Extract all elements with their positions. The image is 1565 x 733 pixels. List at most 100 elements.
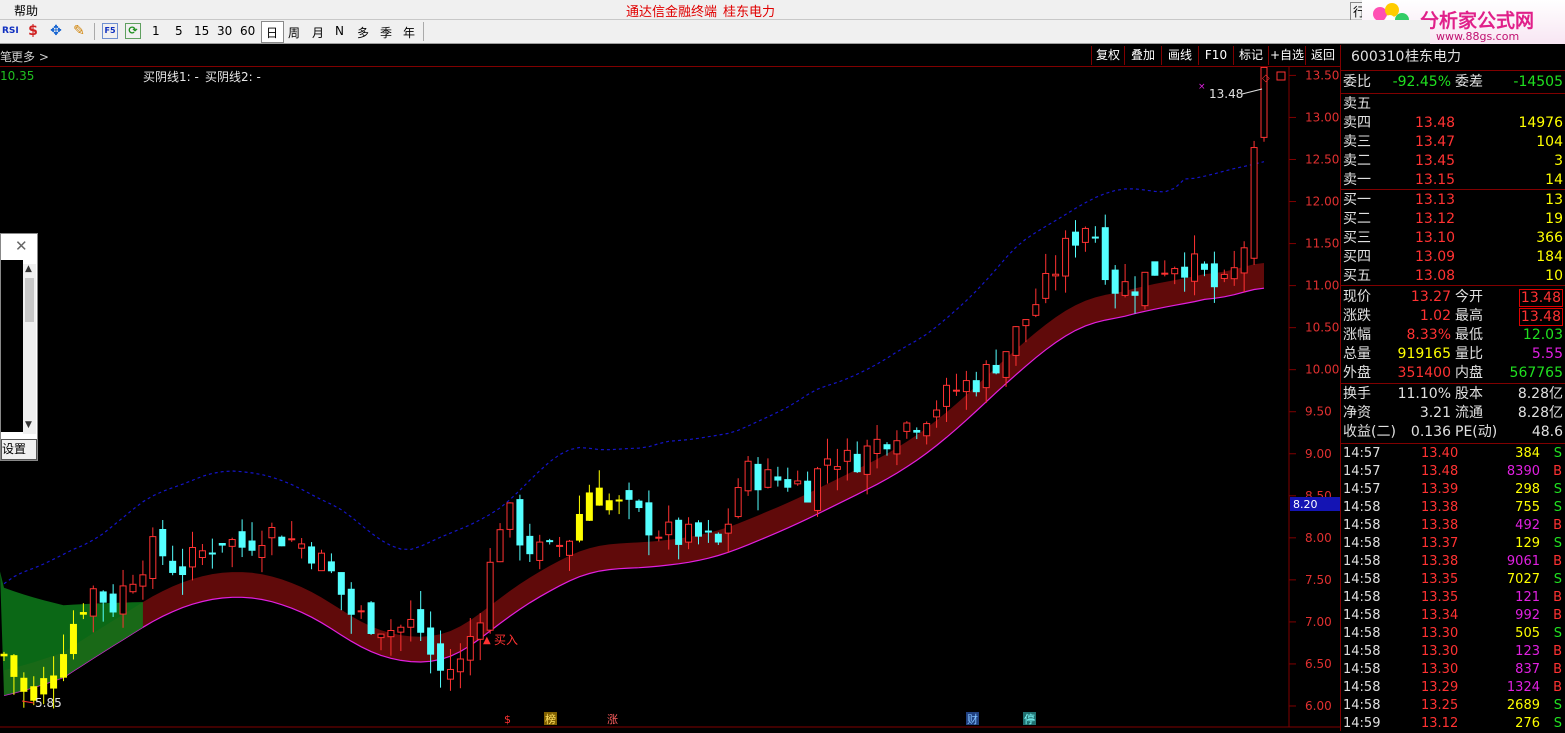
trade-row[interactable]: 14:58 13.29 1324 B [1341,679,1565,697]
period-year[interactable]: 年 [403,24,415,41]
button-draw-line[interactable]: 画线 [1161,46,1198,65]
dollar-icon[interactable]: $ [25,23,41,39]
settings-button[interactable]: 设置 [1,439,37,460]
candle-body [357,610,365,613]
trade-row[interactable]: 14:58 13.38 9061 B [1341,553,1565,571]
marker-cai[interactable]: 财 [967,712,978,726]
period-day[interactable]: 日 [266,24,278,41]
rsi-icon[interactable]: RSI [2,23,19,39]
trade-time: 14:58 [1343,698,1381,713]
candle-body [853,453,861,473]
button-fuquan[interactable]: 复权 [1091,46,1124,65]
scroll-down-icon[interactable]: ▼ [25,420,32,430]
candle-body [456,658,464,673]
trade-time: 14:57 [1343,446,1381,461]
scroll-up-icon[interactable]: ▲ [25,264,32,274]
trade-side: S [1553,626,1562,641]
period-month[interactable]: 月 [312,24,324,41]
trade-row[interactable]: 14:58 13.38 492 B [1341,517,1565,535]
trade-row[interactable]: 14:58 13.34 992 B [1341,607,1565,625]
period-15[interactable]: 15 [194,24,209,38]
ask-row[interactable]: 卖三 13.47 104 [1341,133,1565,152]
trade-row[interactable]: 14:57 13.48 8390 B [1341,463,1565,481]
period-30[interactable]: 30 [217,24,232,38]
refresh-icon[interactable]: ⟳ [125,23,141,39]
period-5[interactable]: 5 [175,24,183,38]
ask-price: 13.47 [1415,134,1456,150]
period-n[interactable]: N [335,24,344,38]
ask-volume: 104 [1536,134,1563,150]
close-icon[interactable]: ✕ [15,237,28,255]
trade-side: B [1553,554,1562,569]
bid-row[interactable]: 买四 13.09 184 [1341,248,1565,267]
button-add-watchlist[interactable]: +自选 [1268,46,1305,65]
candlestick-chart[interactable]: 13.50 13.00 12.50 12.00 11.50 11.00 10.50 10.00… [0,67,1340,731]
ask-row[interactable]: 卖五 [1341,95,1565,114]
trade-time: 14:58 [1343,572,1381,587]
panel-scrollbar[interactable]: ▲ ▼ [23,264,36,434]
price-axis: 13.50 13.00 12.50 12.00 11.50 11.00 10.50 10.00… [1288,67,1339,727]
weicha-label: 委差 [1455,74,1483,90]
ask-label: 卖二 [1343,153,1371,169]
bid-row[interactable]: 买三 13.10 366 [1341,229,1565,248]
bid-label: 买二 [1343,211,1371,227]
trade-time: 14:58 [1343,608,1381,623]
candle-body [437,643,445,671]
button-f10[interactable]: F10 [1198,46,1233,65]
trade-side: S [1553,536,1562,551]
trade-row[interactable]: 14:58 13.37 129 S [1341,535,1565,553]
quote-value-1: 351400 [1397,365,1451,381]
tab-more[interactable]: 更多 > [11,48,49,65]
weicha-value: -14505 [1513,74,1563,90]
ask-label: 卖四 [1343,115,1371,131]
window-marker-icon[interactable] [1276,71,1286,81]
trade-row[interactable]: 14:57 13.39 298 S [1341,481,1565,499]
trade-row[interactable]: 14:58 13.35 121 B [1341,589,1565,607]
candle-body [635,500,643,509]
ask-price: 13.15 [1415,172,1456,188]
marker-bang[interactable]: 榜 [545,712,556,726]
bid-row[interactable]: 买一 13.13 13 [1341,191,1565,210]
period-week[interactable]: 周 [288,24,300,41]
button-mark[interactable]: 标记 [1233,46,1268,65]
quote-label-2: 最高 [1455,308,1483,324]
f5-icon[interactable]: F5 [102,23,118,39]
quote-value-2: 13.48 [1518,308,1563,326]
period-quarter[interactable]: 季 [380,24,392,41]
scroll-thumb[interactable] [25,278,34,322]
candle-body [1111,269,1119,294]
menu-help[interactable]: 帮助 [14,2,38,19]
marker-ting[interactable]: 停 [1024,712,1035,726]
period-60[interactable]: 60 [240,24,255,38]
move-icon[interactable]: ✥ [48,23,64,39]
bid-row[interactable]: 买五 13.08 10 [1341,267,1565,286]
trade-volume: 384 [1515,446,1540,461]
bid-volume: 366 [1536,230,1563,246]
pencil-icon[interactable]: ✎ [71,23,87,39]
button-back[interactable]: 返回 [1305,46,1340,65]
ask-row[interactable]: 卖一 13.15 14 [1341,171,1565,190]
bid-row[interactable]: 买二 13.12 19 [1341,210,1565,229]
trade-row[interactable]: 14:58 13.35 7027 S [1341,571,1565,589]
marker-dollar[interactable]: $ [504,713,511,726]
fund-label-2: PE(动) [1455,424,1498,440]
candle-body [615,499,623,502]
trade-row[interactable]: 14:58 13.30 837 B [1341,661,1565,679]
toolbar: RSI $ ✥ ✎ F5 ⟳ 1 5 15 30 60 日 周 月 N 多 季 … [0,20,1430,44]
trade-row[interactable]: 14:59 13.12 276 S [1341,715,1565,733]
trade-volume: 9061 [1506,554,1540,569]
trade-row[interactable]: 14:57 13.40 384 S [1341,445,1565,463]
trade-row[interactable]: 14:58 13.25 2689 S [1341,697,1565,715]
button-overlay[interactable]: 叠加 [1124,46,1161,65]
trade-row[interactable]: 14:58 13.30 123 B [1341,643,1565,661]
trade-price: 13.25 [1421,698,1459,713]
candle-body [466,636,474,661]
ask-row[interactable]: 卖二 13.45 3 [1341,152,1565,171]
trade-row[interactable]: 14:58 13.38 755 S [1341,499,1565,517]
period-multi[interactable]: 多 [357,24,369,41]
marker-zhang[interactable]: 涨 [607,713,618,726]
period-1[interactable]: 1 [152,24,160,38]
candle-body [972,380,980,393]
trade-row[interactable]: 14:58 13.30 505 S [1341,625,1565,643]
ask-row[interactable]: 卖四 13.48 14976 [1341,114,1565,133]
